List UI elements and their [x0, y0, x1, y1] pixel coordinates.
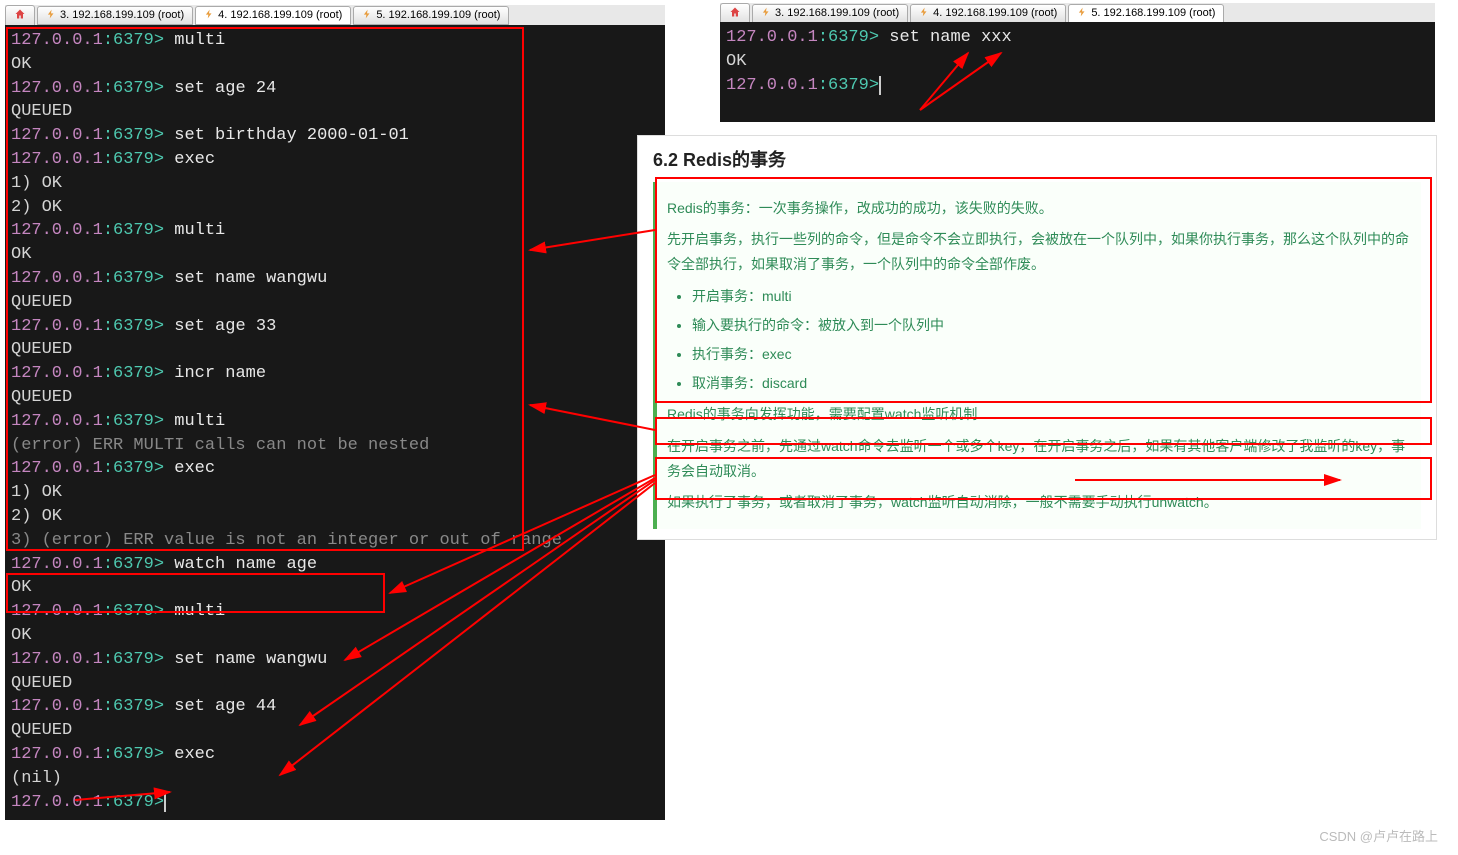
terminal-line: (nil) [11, 767, 659, 791]
terminal-line: QUEUED [11, 100, 659, 124]
terminal-line: 127.0.0.1:6379> exec [11, 457, 659, 481]
tab-label: 5. 192.168.199.109 (root) [1091, 7, 1215, 19]
doc-title: 6.2 Redis的事务 [653, 146, 1421, 172]
terminal-line: QUEUED [11, 386, 659, 410]
terminal-line: 1) OK [11, 481, 659, 505]
tab-1[interactable]: 3. 192.168.199.109 (root) [752, 4, 908, 23]
terminal-line: 2) OK [11, 196, 659, 220]
lightning-icon [46, 9, 56, 22]
tab-3[interactable]: 5. 192.168.199.109 (root) [1068, 4, 1224, 23]
doc-li1: 开启事务：multi [692, 284, 1411, 309]
terminal-line: 127.0.0.1:6379> exec [11, 148, 659, 172]
doc-p2: 先开启事务，执行一些列的命令，但是命令不会立即执行，会被放在一个队列中，如果你执… [667, 227, 1411, 277]
tab-bar-left: 3. 192.168.199.109 (root) 4. 192.168.199.… [5, 5, 665, 25]
tab-label: 3. 192.168.199.109 (root) [60, 9, 184, 21]
doc-li4: 取消事务：discard [692, 371, 1411, 396]
terminal-line: QUEUED [11, 291, 659, 315]
terminal-right[interactable]: 127.0.0.1:6379> set name xxxOK127.0.0.1:… [720, 22, 1435, 122]
doc-p4: 在开启事务之前，先通过watch命令去监听一个或多个key，在开启事务之后，如果… [667, 434, 1411, 484]
tab-2[interactable]: 4. 192.168.199.109 (root) [910, 4, 1066, 23]
terminal-line: 127.0.0.1:6379> [11, 791, 659, 815]
lightning-icon [761, 7, 771, 20]
doc-quote: Redis的事务：一次事务操作，改成功的成功，该失败的失败。 先开启事务，执行一… [653, 182, 1421, 529]
terminal-line: 127.0.0.1:6379> set age 44 [11, 695, 659, 719]
terminal-line: 127.0.0.1:6379> multi [11, 410, 659, 434]
house-icon [14, 8, 26, 23]
terminal-line: OK [11, 624, 659, 648]
doc-p3: Redis的事务向发挥功能，需要配置watch监听机制 [667, 402, 1411, 427]
doc-panel: 6.2 Redis的事务 Redis的事务：一次事务操作，改成功的成功，该失败的… [637, 135, 1437, 540]
terminal-line: 127.0.0.1:6379> [726, 74, 1429, 98]
terminal-line: 127.0.0.1:6379> set age 24 [11, 77, 659, 101]
terminal-line: OK [726, 50, 1429, 74]
tab-label: 4. 192.168.199.109 (root) [218, 9, 342, 21]
tab-label: 4. 192.168.199.109 (root) [933, 7, 1057, 19]
terminal-line: 127.0.0.1:6379> set name wangwu [11, 267, 659, 291]
terminal-line: 127.0.0.1:6379> set name xxx [726, 26, 1429, 50]
terminal-line: OK [11, 243, 659, 267]
tab-2[interactable]: 4. 192.168.199.109 (root) [195, 6, 351, 25]
terminal-line: 127.0.0.1:6379> incr name [11, 362, 659, 386]
terminal-line: OK [11, 576, 659, 600]
terminal-line: 127.0.0.1:6379> multi [11, 600, 659, 624]
terminal-left[interactable]: 127.0.0.1:6379> multiOK127.0.0.1:6379> s… [5, 25, 665, 820]
terminal-line: (error) ERR MULTI calls can not be neste… [11, 434, 659, 458]
terminal-line: 127.0.0.1:6379> multi [11, 219, 659, 243]
tab-bar-right: 3. 192.168.199.109 (root) 4. 192.168.199.… [720, 3, 1435, 23]
terminal-line: QUEUED [11, 672, 659, 696]
tab-0[interactable] [720, 3, 750, 24]
terminal-line: OK [11, 53, 659, 77]
terminal-line: 127.0.0.1:6379> set age 33 [11, 315, 659, 339]
terminal-line: 127.0.0.1:6379> watch name age [11, 553, 659, 577]
tab-1[interactable]: 3. 192.168.199.109 (root) [37, 6, 193, 25]
terminal-line: 2) OK [11, 505, 659, 529]
tab-label: 5. 192.168.199.109 (root) [376, 9, 500, 21]
lightning-icon [204, 9, 214, 22]
tab-0[interactable] [5, 5, 35, 26]
terminal-line: 1) OK [11, 172, 659, 196]
doc-li2: 输入要执行的命令：被放入到一个队列中 [692, 313, 1411, 338]
tab-label: 3. 192.168.199.109 (root) [775, 7, 899, 19]
terminal-line: 127.0.0.1:6379> set birthday 2000-01-01 [11, 124, 659, 148]
terminal-line: 127.0.0.1:6379> multi [11, 29, 659, 53]
doc-p5: 如果执行了事务，或者取消了事务，watch监听自动消除，一般不需要手动执行unw… [667, 490, 1411, 515]
house-icon [729, 6, 741, 21]
lightning-icon [1077, 7, 1087, 20]
terminal-line: QUEUED [11, 719, 659, 743]
watermark: CSDN @卢卢在路上 [1319, 826, 1438, 845]
terminal-line: 3) (error) ERR value is not an integer o… [11, 529, 659, 553]
doc-p1: Redis的事务：一次事务操作，改成功的成功，该失败的失败。 [667, 196, 1411, 221]
terminal-line: 127.0.0.1:6379> exec [11, 743, 659, 767]
terminal-line: 127.0.0.1:6379> set name wangwu [11, 648, 659, 672]
tab-3[interactable]: 5. 192.168.199.109 (root) [353, 6, 509, 25]
lightning-icon [362, 9, 372, 22]
lightning-icon [919, 7, 929, 20]
doc-li3: 执行事务：exec [692, 342, 1411, 367]
terminal-line: QUEUED [11, 338, 659, 362]
